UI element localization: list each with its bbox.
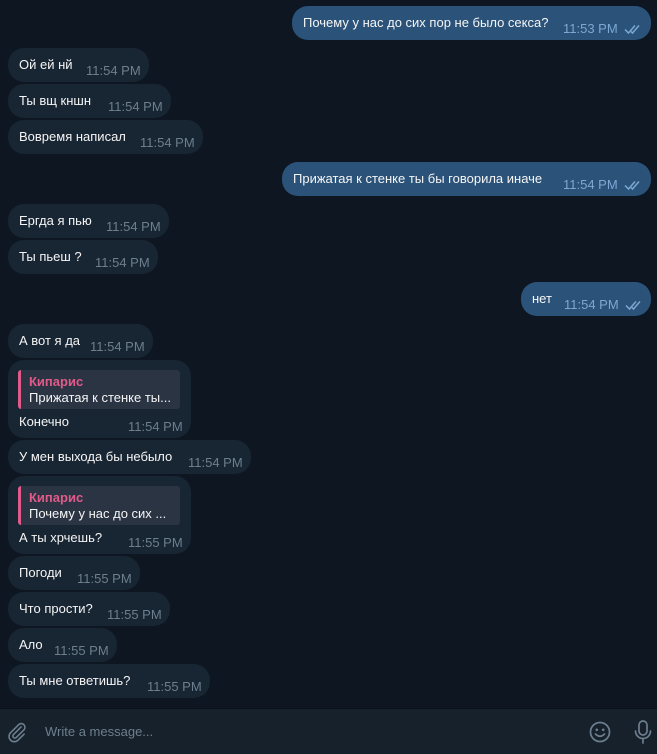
message-text: А ты хрчешь? <box>19 530 103 545</box>
message-text: Вовремя написал <box>19 129 126 144</box>
paperclip-icon[interactable] <box>6 721 28 743</box>
microphone-icon[interactable] <box>632 719 654 745</box>
outgoing-message[interactable]: Прижатая к стенке ты бы говорила иначе 1… <box>282 162 651 196</box>
incoming-message[interactable]: Что прости? 11:55 PM <box>8 592 170 626</box>
message-text: Ой ей нй <box>19 57 73 72</box>
message-time: 11:54 PM <box>95 255 150 270</box>
message-text: нет <box>532 291 552 306</box>
message-time: 11:54 PM <box>108 99 163 114</box>
incoming-message[interactable]: Ергда я пью 11:54 PM <box>8 204 169 238</box>
double-check-icon <box>624 25 640 35</box>
message-time: 11:55 PM <box>77 571 132 586</box>
message-text: Прижатая к стенке ты бы говорила иначе <box>293 171 543 186</box>
message-input[interactable]: Write a message... <box>45 724 153 740</box>
message-time: 11:54 PM <box>563 177 618 192</box>
message-text: А вот я да <box>19 333 81 348</box>
incoming-message-with-reply[interactable]: Кипарис Почему у нас до сих ... А ты хрч… <box>8 476 191 554</box>
message-time: 11:53 PM <box>563 21 618 36</box>
incoming-message[interactable]: Ой ей нй 11:54 PM <box>8 48 149 82</box>
message-time: 11:55 PM <box>54 643 109 658</box>
message-time: 11:54 PM <box>128 419 183 434</box>
message-text: Погоди <box>19 565 62 580</box>
message-text: Конечно <box>19 414 69 429</box>
incoming-message[interactable]: Погоди 11:55 PM <box>8 556 140 590</box>
double-check-icon <box>625 301 641 311</box>
incoming-message[interactable]: У мен выхода бы небыло 11:54 PM <box>8 440 251 474</box>
message-text: Что прости? <box>19 601 93 616</box>
message-composer: Write a message... <box>0 708 657 754</box>
reply-author: Кипарис <box>29 374 84 389</box>
reply-text: Прижатая к стенке ты... <box>29 390 171 405</box>
message-text: Почему у нас до сих пор не было секса? <box>303 15 549 30</box>
message-text: Ергда я пью <box>19 213 92 228</box>
message-text: Ты мне ответишь? <box>19 673 131 688</box>
incoming-message[interactable]: Ало 11:55 PM <box>8 628 117 662</box>
chat-history[interactable]: Почему у нас до сих пор не было секса? 1… <box>0 0 657 708</box>
reply-quote[interactable]: Кипарис Прижатая к стенке ты... <box>18 370 180 409</box>
message-time: 11:54 PM <box>106 219 161 234</box>
reply-text: Почему у нас до сих ... <box>29 506 167 521</box>
incoming-message[interactable]: Ты мне ответишь? 11:55 PM <box>8 664 210 698</box>
message-time: 11:55 PM <box>107 607 162 622</box>
outgoing-message[interactable]: нет 11:54 PM <box>521 282 651 316</box>
incoming-message[interactable]: Ты пьеш ? 11:54 PM <box>8 240 158 274</box>
outgoing-message[interactable]: Почему у нас до сих пор не было секса? 1… <box>292 6 651 40</box>
message-text: Ты пьеш ? <box>19 249 82 264</box>
message-text: Ало <box>19 637 43 652</box>
message-time: 11:54 PM <box>188 455 243 470</box>
reply-quote[interactable]: Кипарис Почему у нас до сих ... <box>18 486 180 525</box>
message-time: 11:54 PM <box>86 63 141 78</box>
message-time: 11:54 PM <box>140 135 195 150</box>
message-time: 11:54 PM <box>90 339 145 354</box>
message-text: Ты вщ кншн <box>19 93 92 108</box>
message-time: 11:55 PM <box>128 535 183 550</box>
incoming-message-with-reply[interactable]: Кипарис Прижатая к стенке ты... Конечно … <box>8 360 191 438</box>
message-text: У мен выхода бы небыло <box>19 449 173 464</box>
message-time: 11:54 PM <box>564 297 619 312</box>
incoming-message[interactable]: А вот я да 11:54 PM <box>8 324 153 358</box>
incoming-message[interactable]: Вовремя написал 11:54 PM <box>8 120 203 154</box>
double-check-icon <box>624 181 640 191</box>
message-time: 11:55 PM <box>147 679 202 694</box>
reply-author: Кипарис <box>29 490 84 505</box>
emoji-icon[interactable] <box>588 720 612 744</box>
incoming-message[interactable]: Ты вщ кншн 11:54 PM <box>8 84 171 118</box>
